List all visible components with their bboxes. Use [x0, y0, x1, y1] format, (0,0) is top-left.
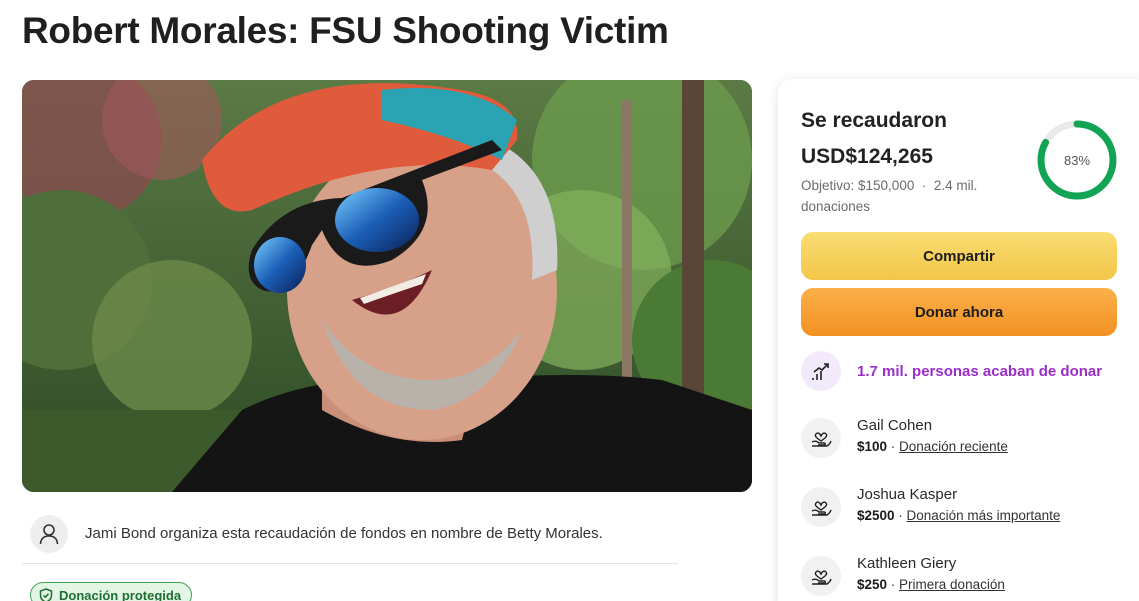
donation-type-link[interactable]: Primera donación [899, 577, 1005, 592]
protected-donation-badge[interactable]: Donación protegida [30, 582, 193, 601]
donor-name: Joshua Kasper [857, 486, 958, 503]
page-title: Robert Morales: FSU Shooting Victim [22, 10, 669, 51]
avatar [30, 514, 68, 553]
shield-icon [39, 587, 53, 601]
donation-type-link[interactable]: Donación más importante [907, 508, 1061, 523]
trending-up-icon [801, 351, 841, 391]
goal-text: Objetivo: $150,000 [801, 178, 915, 193]
donor-name: Gail Cohen [857, 417, 933, 434]
organizer-text: Jami Bond organiza esta recaudación de f… [85, 525, 603, 542]
trend-text: 1.7 mil. personas acaban de donar [857, 362, 1103, 380]
user-icon [39, 523, 59, 544]
donor-amount: $250 [857, 577, 888, 592]
donor-separator: · [887, 439, 900, 454]
donor-amount: $2500 [857, 508, 895, 523]
share-button[interactable]: Compartir [801, 232, 1117, 280]
donor-item: Gail Cohen $100 · Donación reciente [801, 416, 1008, 458]
donor-item: Kathleen Giery $250 · Primera donación [801, 554, 1005, 596]
heart-hand-icon [801, 487, 841, 527]
heart-hand-icon [801, 418, 841, 458]
donor-separator: · [894, 508, 907, 523]
goal-and-donations: Objetivo: $150,000 · 2.4 mil. donaciones [801, 175, 1011, 217]
donor-separator: · [887, 577, 900, 592]
organizer-row: Jami Bond organiza esta recaudación de f… [22, 504, 678, 564]
recent-donors-trend: 1.7 mil. personas acaban de donar [801, 351, 1102, 391]
donate-now-button[interactable]: Donar ahora [801, 288, 1117, 336]
badge-label: Donación protegida [59, 587, 182, 601]
donation-card: Se recaudaron USD$124,265 Objetivo: $150… [778, 79, 1139, 601]
raised-label: Se recaudaron [801, 109, 947, 132]
meta-separator: · [921, 178, 927, 193]
donation-type-link[interactable]: Donación reciente [899, 439, 1008, 454]
donor-amount: $100 [857, 439, 888, 454]
raised-amount: USD$124,265 [801, 145, 933, 168]
campaign-photo [22, 80, 752, 492]
heart-hand-icon [801, 556, 841, 596]
donor-item: Joshua Kasper $2500 · Donación más impor… [801, 485, 1060, 527]
donor-name: Kathleen Giery [857, 555, 957, 572]
progress-percent: 83% [1063, 152, 1091, 168]
